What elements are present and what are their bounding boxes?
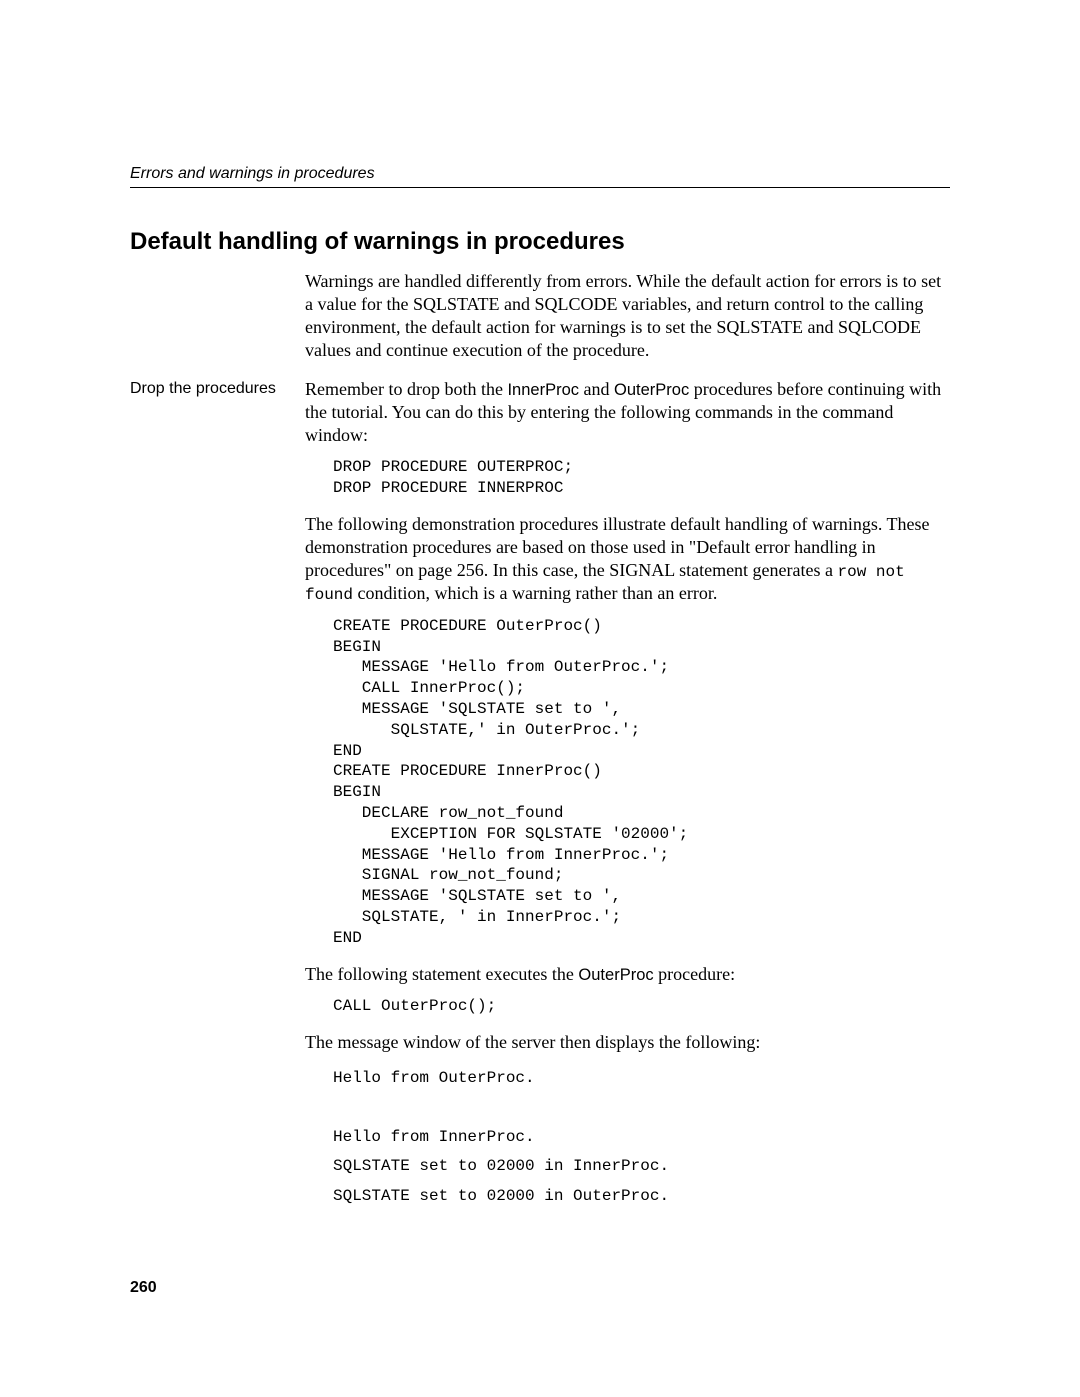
drop-text-1: Remember to drop both the xyxy=(305,379,507,399)
code-drop-procedures: DROP PROCEDURE OUTERPROC; DROP PROCEDURE… xyxy=(333,457,950,499)
innerproc-label: InnerProc xyxy=(507,381,579,399)
section-heading: Default handling of warnings in procedur… xyxy=(130,228,950,256)
intro-paragraph: Warnings are handled differently from er… xyxy=(305,270,950,362)
demo-text-2: condition, which is a warning rather tha… xyxy=(353,583,717,603)
exec-paragraph: The following statement executes the Out… xyxy=(305,963,950,986)
demo-paragraph: The following demonstration procedures i… xyxy=(305,513,950,606)
demo-text-1: The following demonstration procedures i… xyxy=(305,514,930,580)
exec-text-1: The following statement executes the xyxy=(305,964,578,984)
sidehead-drop-procedures: Drop the procedures xyxy=(130,378,305,398)
page-number: 260 xyxy=(130,1279,157,1297)
code-create-procedures: CREATE PROCEDURE OuterProc() BEGIN MESSA… xyxy=(333,616,950,949)
drop-paragraph: Remember to drop both the InnerProc and … xyxy=(305,378,950,447)
outerproc-exec-label: OuterProc xyxy=(578,966,653,984)
running-header: Errors and warnings in procedures xyxy=(130,165,950,188)
output-block: Hello from OuterProc. Hello from InnerPr… xyxy=(333,1064,950,1212)
exec-text-2: procedure: xyxy=(654,964,735,984)
outerproc-label: OuterProc xyxy=(614,381,689,399)
code-call-outerproc: CALL OuterProc(); xyxy=(333,996,950,1017)
drop-text-and: and xyxy=(579,379,614,399)
message-window-paragraph: The message window of the server then di… xyxy=(305,1031,950,1054)
